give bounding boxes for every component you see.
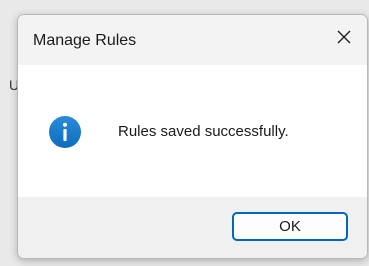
- dialog-title: Manage Rules: [33, 32, 137, 49]
- info-icon: [49, 116, 81, 148]
- dialog-message: Rules saved successfully.: [118, 123, 289, 140]
- dialog-footer: OK: [18, 197, 367, 258]
- ok-button-label: OK: [279, 218, 301, 235]
- dialog-titlebar: Manage Rules: [18, 15, 367, 65]
- ok-button[interactable]: OK: [232, 212, 348, 241]
- message-dialog: Manage Rules Rules saved successfully. O…: [17, 14, 368, 259]
- close-icon: [337, 30, 351, 44]
- dialog-content: Rules saved successfully.: [18, 65, 367, 197]
- close-button[interactable]: [321, 15, 367, 59]
